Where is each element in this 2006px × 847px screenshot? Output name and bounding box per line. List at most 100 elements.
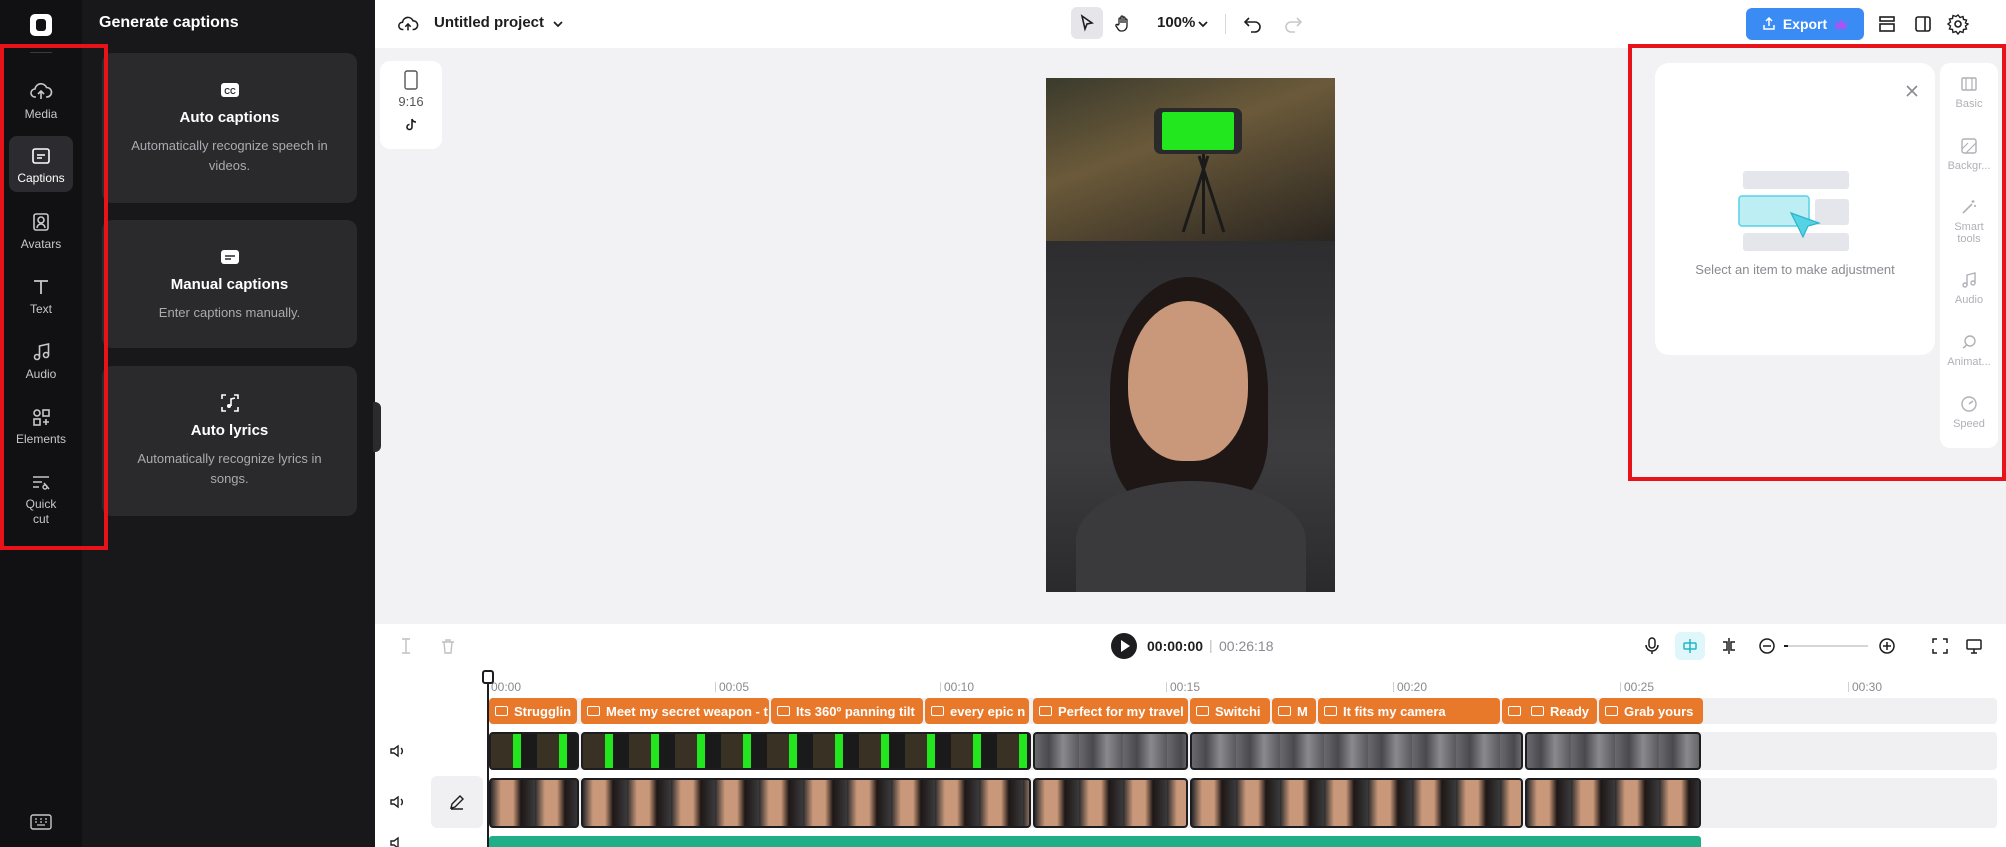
- magnet-snap-toggle[interactable]: [1675, 632, 1705, 660]
- ruler-label: 00:30: [1852, 680, 1883, 694]
- caption-clip[interactable]: Meet my secret weapon - t: [581, 698, 769, 724]
- playback-bar: 00:00:00 | 00:26:18: [375, 624, 2006, 668]
- caption-clip[interactable]: Its 360º panning tilt: [771, 698, 923, 724]
- highlight-box-properties: [1628, 44, 2006, 481]
- video-clip[interactable]: [1033, 778, 1188, 828]
- cursor-icon: [1080, 14, 1094, 32]
- microphone-icon[interactable]: [1643, 636, 1661, 656]
- layout-panel-icon[interactable]: [1913, 14, 1933, 34]
- project-title[interactable]: Untitled project: [434, 14, 544, 31]
- panel-title: Generate captions: [99, 14, 239, 31]
- track-volume-icon[interactable]: [389, 793, 407, 811]
- total-duration: 00:26:18: [1219, 638, 1274, 654]
- edit-cover-button[interactable]: [431, 776, 483, 828]
- caption-clip-icon: [1324, 706, 1337, 716]
- caption-clip[interactable]: Perfect for my travel: [1033, 698, 1188, 724]
- ruler-label: 00:10: [944, 680, 975, 694]
- app-logo-icon[interactable]: [30, 14, 52, 36]
- playhead-handle[interactable]: [482, 670, 494, 684]
- time-separator: |: [1209, 637, 1213, 653]
- export-button[interactable]: Export: [1746, 8, 1864, 40]
- ruler-label: 00:20: [1397, 680, 1428, 694]
- select-tool-button[interactable]: [1071, 7, 1103, 39]
- pencil-icon: [450, 795, 464, 810]
- keyboard-icon[interactable]: [30, 814, 52, 830]
- layers-icon[interactable]: [1877, 14, 1897, 34]
- settings-gear-icon[interactable]: [1947, 13, 1969, 35]
- snap-icon: [1683, 639, 1697, 653]
- caption-clip-icon: [587, 706, 600, 716]
- video-clip[interactable]: [489, 732, 579, 770]
- ruler-tick: [940, 682, 941, 692]
- caption-clip-text: every epic n: [950, 703, 1026, 719]
- cc-icon: CC: [220, 83, 239, 97]
- captions-panel: Generate captions CC Auto captions Autom…: [82, 0, 375, 847]
- card-description: Automatically recognize speech in videos…: [131, 138, 328, 173]
- video-preview-canvas[interactable]: [1046, 78, 1335, 592]
- caption-clip-text: Strugglin: [514, 703, 572, 719]
- video-clip[interactable]: [581, 732, 1031, 770]
- zoom-level[interactable]: 100%: [1157, 14, 1195, 31]
- manual-captions-card[interactable]: Manual captions Enter captions manually.: [102, 220, 357, 348]
- caption-clip[interactable]: every epic n: [925, 698, 1029, 724]
- caption-clip-icon: [1039, 706, 1052, 716]
- ruler-tick: [1166, 682, 1167, 692]
- caption-clip[interactable]: M: [1272, 698, 1316, 724]
- split-screen-icon[interactable]: [1719, 636, 1739, 656]
- auto-captions-card[interactable]: CC Auto captions Automatically recognize…: [102, 53, 357, 203]
- video-clip[interactable]: [1190, 732, 1523, 770]
- caption-clip-text: Grab yours: [1624, 703, 1694, 719]
- caption-clip[interactable]: Strugglin: [489, 698, 577, 724]
- video-clip[interactable]: [1525, 778, 1701, 828]
- caption-clip-icon: [1196, 706, 1209, 716]
- split-icon[interactable]: [397, 637, 415, 655]
- caption-clip[interactable]: Switchi: [1190, 698, 1270, 724]
- delete-icon[interactable]: [439, 637, 457, 655]
- top-bar: Untitled project 100% Export: [375, 0, 2006, 48]
- caption-clip-text: Ready: [1550, 703, 1590, 719]
- zoom-out-icon[interactable]: [1758, 637, 1776, 655]
- video-clip[interactable]: [1525, 732, 1701, 770]
- play-button[interactable]: [1111, 633, 1137, 659]
- phone-frame-icon: [404, 70, 418, 90]
- track-volume-icon[interactable]: [389, 742, 407, 760]
- card-title: Auto captions: [179, 109, 280, 126]
- video-clip[interactable]: [489, 778, 579, 828]
- caption-clip-text: M: [1297, 703, 1308, 719]
- zoom-in-icon[interactable]: [1878, 637, 1896, 655]
- svg-text:CC: CC: [224, 87, 236, 96]
- caption-clip[interactable]: Grab yours: [1599, 698, 1703, 724]
- tiktok-icon: [406, 118, 417, 131]
- caption-clip-text: Its 360º panning tilt: [796, 703, 915, 719]
- ruler-label: 00:05: [719, 680, 750, 694]
- caption-clip-text: Meet my secret weapon - t: [606, 703, 768, 719]
- video-clip[interactable]: [1033, 732, 1188, 770]
- caption-clip[interactable]: It fits my camera: [1318, 698, 1500, 724]
- aspect-ratio-card[interactable]: 9:16: [380, 61, 442, 149]
- undo-icon[interactable]: [1243, 14, 1263, 34]
- video-clip[interactable]: [1190, 778, 1523, 828]
- audio-clip[interactable]: [489, 836, 1701, 847]
- hand-icon: [1115, 15, 1128, 32]
- video-clip[interactable]: [581, 778, 1031, 828]
- ruler-label: 00:00: [491, 680, 522, 694]
- monitor-icon[interactable]: [1965, 637, 1983, 655]
- ruler-tick: [715, 682, 716, 692]
- zoom-chevron-down-icon[interactable]: [1196, 17, 1210, 31]
- chevron-down-icon[interactable]: [551, 17, 565, 31]
- caption-clip-text: Perfect for my travel: [1058, 703, 1184, 719]
- fit-screen-icon[interactable]: [1931, 637, 1949, 655]
- auto-lyrics-card[interactable]: Auto lyrics Automatically recognize lyri…: [102, 366, 357, 516]
- export-label: Export: [1782, 16, 1828, 32]
- phone-on-tripod: [1154, 108, 1242, 154]
- panel-collapse-handle[interactable]: [373, 402, 381, 452]
- redo-icon[interactable]: [1283, 14, 1303, 34]
- track-volume-icon[interactable]: [389, 834, 407, 847]
- timeline[interactable]: 00:00 00:05 00:10 00:15 00:20 00:25 00:30 Stru…: [375, 668, 2006, 847]
- hand-tool-button[interactable]: [1107, 7, 1139, 39]
- ruler-label: 00:25: [1624, 680, 1655, 694]
- timeline-zoom-slider[interactable]: [1784, 645, 1868, 647]
- playhead[interactable]: [487, 670, 489, 847]
- cloud-save-icon[interactable]: [397, 13, 419, 35]
- caption-clip[interactable]: Ready: [1525, 698, 1597, 724]
